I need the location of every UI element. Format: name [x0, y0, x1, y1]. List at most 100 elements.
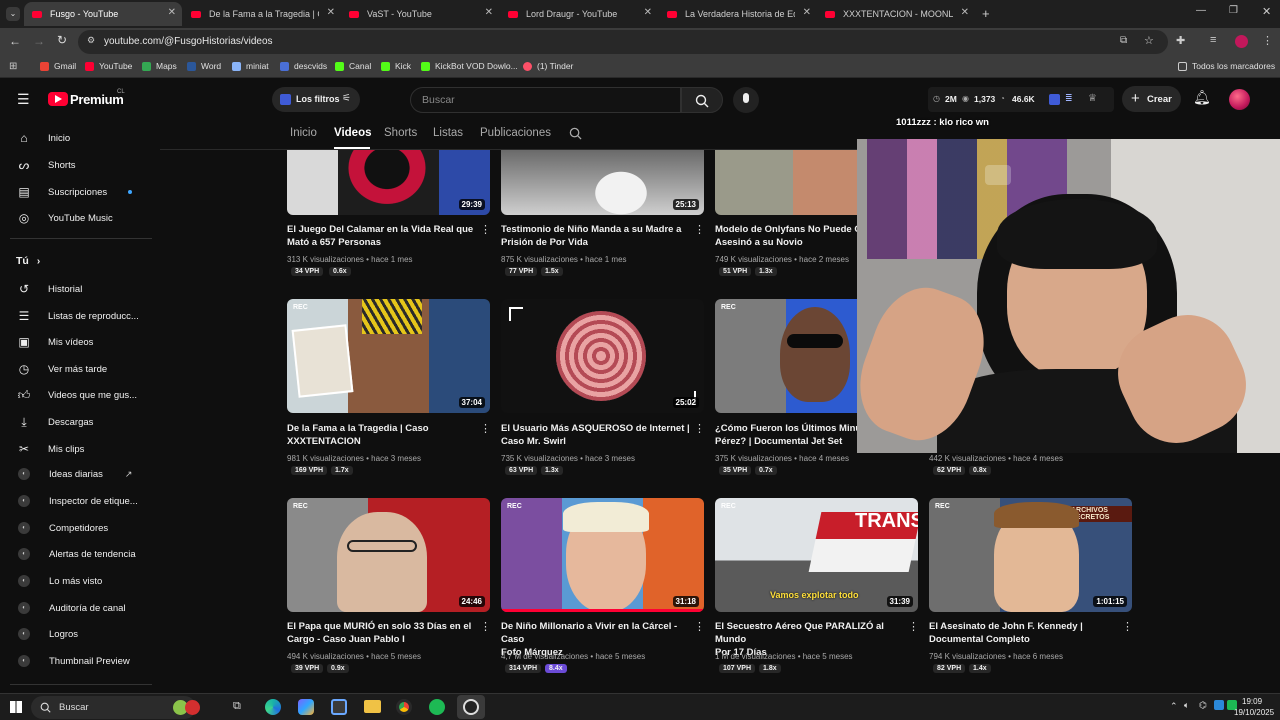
sidebar-item-ver-mas-tarde[interactable]: ◷ Ver más tarde	[16, 362, 107, 376]
account-avatar[interactable]	[1229, 89, 1250, 110]
clock-time[interactable]: 19:09	[1242, 697, 1262, 706]
video-thumbnail[interactable]	[715, 150, 857, 215]
video-menu-icon[interactable]: ⋮	[694, 224, 705, 236]
edge-icon[interactable]	[265, 699, 281, 715]
sidebar-item-mis-videos[interactable]: ▣ Mis vídeos	[16, 335, 93, 349]
forward-icon[interactable]: →	[33, 34, 45, 48]
sidebar-item-liked-videos[interactable]: 👍︎ Videos que me gus...	[16, 388, 137, 402]
bookmark-word[interactable]: Word	[187, 61, 221, 71]
new-tab-icon[interactable]: +	[982, 6, 990, 21]
video-title[interactable]: El Usuario Más ASQUEROSO de Internet | Ca…	[501, 422, 691, 448]
sidebar-item-alertas[interactable]: ◐ Alertas de tendencia	[16, 548, 136, 560]
video-title[interactable]: Testimonio de Niño Manda a su Madre a Pri…	[501, 223, 691, 249]
profile-avatar[interactable]	[1235, 35, 1248, 48]
task-view-icon[interactable]: ⧉	[233, 700, 241, 713]
media-control-icon[interactable]: ≡	[1210, 34, 1216, 46]
sidebar-item-competidores[interactable]: ◐ Competidores	[16, 522, 108, 534]
clock-date[interactable]: 19/10/2025	[1234, 708, 1274, 717]
youtube-logo-icon[interactable]	[48, 92, 68, 106]
obs-taskbar-button[interactable]	[457, 695, 485, 719]
onedrive-icon[interactable]	[1214, 700, 1224, 710]
restore-icon[interactable]: ❐	[1229, 5, 1238, 16]
browser-tab[interactable]: Lord Draugr - YouTube ✕	[500, 2, 658, 26]
tab-listas[interactable]: Listas	[433, 127, 463, 139]
sidebar-item-suscripciones[interactable]: ▤ Suscripciones	[16, 185, 107, 199]
browser-tab[interactable]: XXXTENTACION - MOONLIGHT✕	[817, 2, 975, 26]
video-thumbnail[interactable]: 25:13	[501, 150, 704, 215]
address-bar[interactable]: ⚙ youtube.com/@FusgoHistorias/videos ⧉ ☆	[78, 30, 1168, 54]
extensions-icon[interactable]: ✚	[1176, 34, 1185, 47]
copilot-icon[interactable]	[298, 699, 314, 715]
windows-start-icon[interactable]	[10, 701, 22, 713]
bookmark-canal[interactable]: Canal	[335, 61, 371, 71]
close-tab-icon[interactable]: ✕	[961, 7, 969, 18]
sidebar-item-playlists[interactable]: ☰ Listas de reproducc...	[16, 309, 139, 323]
vidiq-icon[interactable]	[1049, 94, 1060, 105]
browser-tab[interactable]: La Verdadera Historia de Ed Ge✕	[659, 2, 817, 26]
video-menu-icon[interactable]: ⋮	[694, 423, 705, 435]
video-title[interactable]: De la Fama a la Tragedia | Caso XXXTENTAC…	[287, 422, 477, 448]
video-title[interactable]: Modelo de Onlyfans No Puede Cre Asesinó a…	[715, 223, 857, 249]
video-thumbnail[interactable]: 29:39	[287, 150, 490, 215]
channel-search-icon[interactable]	[569, 127, 582, 140]
voice-search-button[interactable]	[733, 87, 759, 113]
video-thumbnail[interactable]: 25:02	[501, 299, 704, 413]
file-explorer-icon[interactable]	[364, 700, 381, 713]
video-thumbnail[interactable]: REC 37:04	[287, 299, 490, 413]
sidebar-item-descargas[interactable]: ⤓ Descargas	[16, 415, 93, 429]
bookmark-kickbot[interactable]: KickBot VOD Dowlo...	[421, 61, 518, 71]
tab-publicaciones[interactable]: Publicaciones	[480, 127, 551, 139]
chart-icon[interactable]: ≣	[1065, 93, 1073, 104]
create-button[interactable]: + Crear	[1122, 86, 1181, 112]
bookmark-youtube[interactable]: YouTube	[85, 61, 132, 71]
apps-icon[interactable]: ⊞	[9, 61, 17, 72]
sidebar-item-historial[interactable]: ↺ Historial	[16, 282, 82, 296]
sidebar-item-inspector[interactable]: ◐ Inspector de etique...	[16, 495, 138, 507]
site-info-icon[interactable]: ⚙	[87, 35, 95, 46]
store-icon[interactable]	[331, 699, 347, 715]
video-menu-icon[interactable]: ⋮	[694, 621, 705, 633]
tab-shorts[interactable]: Shorts	[384, 127, 417, 139]
video-menu-icon[interactable]: ⋮	[908, 621, 919, 633]
sidebar-item-ideas-diarias[interactable]: ◐ Ideas diarias ↗	[16, 468, 132, 480]
taskbar-search[interactable]: Buscar	[31, 696, 200, 719]
spotify-icon[interactable]	[429, 699, 445, 715]
bookmark-gmail[interactable]: Gmail	[40, 61, 76, 71]
video-title[interactable]: El Juego Del Calamar en la Vida Real que…	[287, 223, 477, 249]
close-tab-icon[interactable]: ✕	[485, 7, 493, 18]
search-input[interactable]: Buscar	[410, 87, 681, 113]
bookmark-maps[interactable]: Maps	[142, 61, 177, 71]
video-thumbnail[interactable]: REC ARCHIVOS SECRETOS 1:01:15	[929, 498, 1132, 612]
close-tab-icon[interactable]: ✕	[803, 7, 811, 18]
bookmark-descvids[interactable]: descvids	[280, 61, 327, 71]
hamburger-menu-icon[interactable]: ☰	[17, 91, 30, 108]
filters-button[interactable]: Los filtros ⚟	[272, 87, 360, 112]
speaker-icon[interactable]: 🔈︎	[1184, 700, 1189, 711]
video-menu-icon[interactable]: ⋮	[480, 224, 491, 236]
video-thumbnail[interactable]: REC	[715, 299, 857, 413]
sidebar-item-lo-mas-visto[interactable]: ◐ Lo más visto	[16, 575, 102, 587]
sidebar-item-inicio[interactable]: ⌂ Inicio	[16, 131, 70, 145]
close-tab-icon[interactable]: ✕	[644, 7, 652, 18]
video-thumbnail[interactable]: REC 31:18	[501, 498, 704, 612]
sidebar-item-mis-clips[interactable]: ✂ Mis clips	[16, 442, 84, 456]
bookmark-miniat[interactable]: miniat	[232, 61, 269, 71]
sidebar-you-header[interactable]: Tú ›	[16, 255, 40, 267]
browser-tab[interactable]: Fusgo - YouTube ✕	[24, 2, 182, 26]
menu-icon[interactable]: ⋮	[1262, 34, 1273, 47]
browser-tab[interactable]: De la Fama a la Tragedia | Caso✕	[183, 2, 341, 26]
bookmark-star-icon[interactable]: ☆	[1144, 34, 1154, 47]
video-title[interactable]: El Papa que MURIÓ en solo 33 Días en el C…	[287, 620, 477, 646]
reload-icon[interactable]: ↻	[57, 33, 67, 47]
tab-search-icon[interactable]: ⌄	[6, 7, 20, 21]
sidebar-item-shorts[interactable]: ᔕ Shorts	[16, 158, 76, 172]
video-title[interactable]: ¿Cómo Fueron los Últimos Minuto Pérez? | …	[715, 422, 857, 448]
close-tab-icon[interactable]: ✕	[327, 7, 335, 18]
tab-inicio[interactable]: Inicio	[290, 127, 317, 139]
video-title[interactable]: El Asesinato de John F. Kennedy | Documen…	[929, 620, 1119, 646]
chrome-icon[interactable]	[396, 699, 412, 715]
video-menu-icon[interactable]: ⋮	[480, 423, 491, 435]
back-icon[interactable]: ←	[9, 34, 21, 48]
network-icon[interactable]: ⌬	[1199, 700, 1207, 711]
close-tab-icon[interactable]: ✕	[168, 7, 176, 18]
